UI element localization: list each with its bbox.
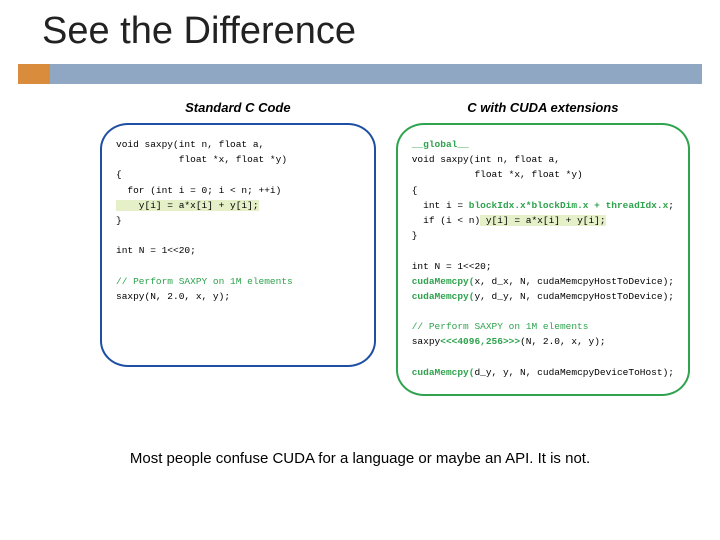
code-line: saxpy(N, 2.0, x, y);	[116, 291, 230, 302]
code-line: int N = 1<<20;	[116, 245, 196, 256]
code-line: (N, 2.0, x, y);	[520, 336, 606, 347]
code-line: y, d_y, N, cudaMemcpyHostToDevice);	[474, 291, 674, 302]
column-header-left: Standard C Code	[100, 100, 376, 115]
code-line: int i =	[412, 200, 469, 211]
code-cuda-call: cudaMemcpy(	[412, 367, 475, 378]
code-line: float *x, float *y)	[412, 169, 583, 180]
columns: Standard C Code void saxpy(int n, float …	[100, 100, 690, 396]
code-line: for (int i = 0; i < n; ++i)	[116, 185, 281, 196]
code-cuda-call: cudaMemcpy(	[412, 276, 475, 287]
code-box-standard-c: void saxpy(int n, float a, float *x, flo…	[100, 123, 376, 367]
code-box-cuda: __global__ void saxpy(int n, float a, fl…	[396, 123, 690, 396]
code-keyword-global: __global__	[412, 139, 469, 150]
code-line: {	[412, 185, 418, 196]
code-line: int N = 1<<20;	[412, 261, 492, 272]
code-line: x, d_x, N, cudaMemcpyHostToDevice);	[474, 276, 674, 287]
code-line: }	[116, 215, 122, 226]
column-header-right: C with CUDA extensions	[396, 100, 690, 115]
header-rule	[18, 64, 702, 84]
column-standard-c: Standard C Code void saxpy(int n, float …	[100, 100, 376, 396]
code-line: void saxpy(int n, float a,	[116, 139, 264, 150]
slide: See the Difference Standard C Code void …	[0, 0, 720, 540]
code-line: void saxpy(int n, float a,	[412, 154, 560, 165]
code-cuda-call: cudaMemcpy(	[412, 291, 475, 302]
code-line: saxpy	[412, 336, 441, 347]
code-line: ;	[668, 200, 674, 211]
code-launch-config: <<<4096,256>>>	[440, 336, 520, 347]
code-line: }	[412, 230, 418, 241]
code-line: y[i] = a*x[i] + y[i];	[116, 200, 259, 211]
code-line: y[i] = a*x[i] + y[i];	[480, 215, 605, 226]
code-line: {	[116, 169, 122, 180]
header-accent-tab	[18, 64, 50, 84]
footer-caption: Most people confuse CUDA for a language …	[0, 450, 720, 467]
code-line: float *x, float *y)	[116, 154, 287, 165]
column-cuda: C with CUDA extensions __global__ void s…	[396, 100, 690, 396]
code-line: d_y, y, N, cudaMemcpyDeviceToHost);	[474, 367, 674, 378]
code-comment: // Perform SAXPY on 1M elements	[116, 276, 293, 287]
code-line: if (i < n)	[412, 215, 480, 226]
code-cuda-builtin: blockIdx.x*blockDim.x + threadIdx.x	[469, 200, 669, 211]
slide-title: See the Difference	[42, 10, 356, 53]
code-comment: // Perform SAXPY on 1M elements	[412, 321, 589, 332]
